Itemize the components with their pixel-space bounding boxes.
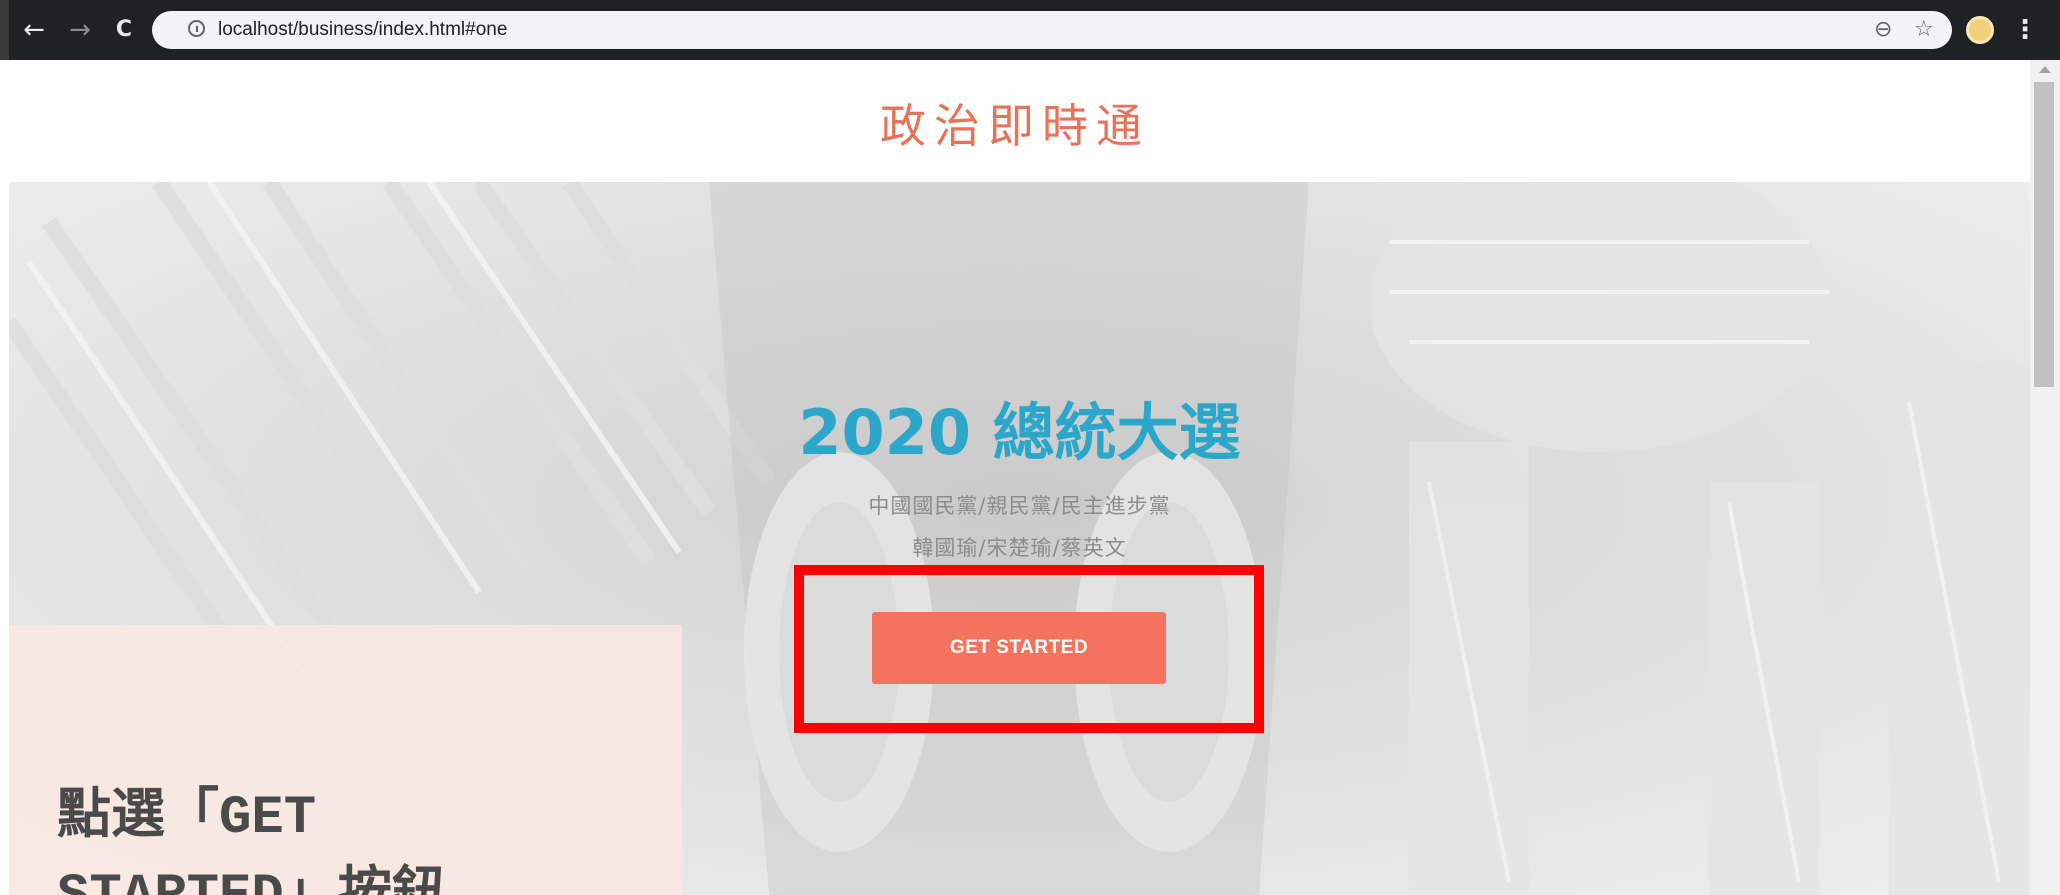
- window-edge: [0, 0, 9, 60]
- site-header: 政治即時通: [0, 60, 2030, 182]
- zoom-icon[interactable]: ⊖: [1874, 11, 1892, 49]
- instruction-text: 點選「GET STARTED」按鈕: [57, 780, 657, 895]
- scroll-up-arrow-icon[interactable]: [2039, 66, 2051, 73]
- instruction-overlay: 點選「GET STARTED」按鈕: [9, 625, 682, 895]
- hero-banner: 2020 總統大選 中國國民黨/親民黨/民主進步黨 韓國瑜/宋楚瑜/蔡英文 GE…: [9, 182, 2030, 895]
- instruction-line-1: 點選「GET: [57, 788, 317, 849]
- browser-menu-icon[interactable]: ⋮: [2010, 12, 2040, 48]
- bookmark-star-icon[interactable]: ☆: [1914, 11, 1934, 49]
- reload-icon[interactable]: C: [106, 12, 142, 48]
- back-arrow-icon[interactable]: ←: [16, 12, 52, 48]
- hero-subtitle-parties: 中國國民黨/親民黨/民主進步黨: [868, 494, 1171, 518]
- site-logo[interactable]: 政治即時通: [0, 90, 2030, 156]
- hero-title: 2020 總統大選: [798, 396, 1241, 469]
- browser-toolbar: ← → C localhost/business/index.html#one …: [0, 0, 2060, 60]
- profile-avatar[interactable]: [1966, 16, 1994, 44]
- highlight-box: [794, 565, 1264, 733]
- page-scrollbar[interactable]: [2030, 60, 2060, 895]
- hero-subtitle-candidates: 韓國瑜/宋楚瑜/蔡英文: [912, 536, 1127, 560]
- scrollbar-thumb[interactable]: [2034, 82, 2054, 387]
- url-text[interactable]: localhost/business/index.html#one: [198, 11, 507, 49]
- forward-arrow-icon[interactable]: →: [62, 12, 98, 48]
- address-bar[interactable]: localhost/business/index.html#one ⊖ ☆: [152, 11, 1952, 49]
- instruction-line-2: STARTED」按鈕: [57, 858, 657, 895]
